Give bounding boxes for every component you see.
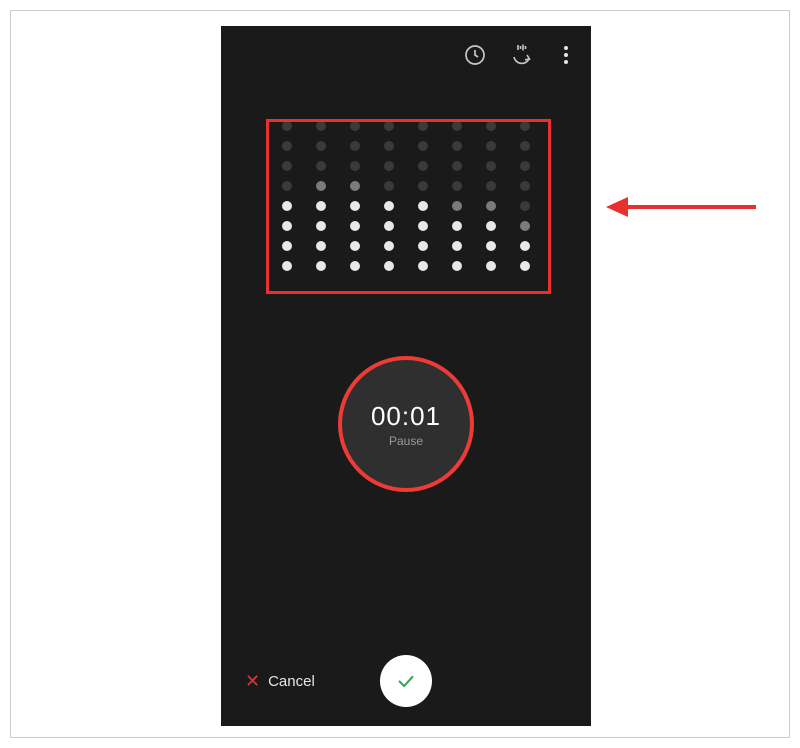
visualizer-dot bbox=[486, 241, 496, 251]
visualizer-dot bbox=[384, 121, 394, 131]
visualizer-dot bbox=[452, 121, 462, 131]
visualizer-dot bbox=[418, 181, 428, 191]
visualizer-dot bbox=[486, 161, 496, 171]
record-state-label: Pause bbox=[389, 434, 423, 448]
visualizer-column bbox=[282, 121, 292, 271]
visualizer-dot bbox=[350, 181, 360, 191]
visualizer-dot bbox=[316, 261, 326, 271]
pause-button[interactable]: 00:01 Pause bbox=[338, 356, 474, 492]
visualizer-dot bbox=[418, 141, 428, 151]
visualizer-dot bbox=[316, 181, 326, 191]
visualizer-dot bbox=[282, 221, 292, 231]
visualizer-dot bbox=[384, 201, 394, 211]
cancel-button[interactable]: ✕ Cancel bbox=[245, 672, 315, 690]
visualizer-dot bbox=[452, 201, 462, 211]
visualizer-column bbox=[520, 121, 530, 271]
visualizer-dot bbox=[384, 261, 394, 271]
visualizer-dot bbox=[486, 201, 496, 211]
visualizer-dot bbox=[452, 221, 462, 231]
visualizer-dot bbox=[282, 141, 292, 151]
visualizer-dot bbox=[316, 201, 326, 211]
check-icon bbox=[395, 670, 417, 692]
visualizer-dot bbox=[486, 221, 496, 231]
annotation-arrow bbox=[606, 193, 756, 226]
visualizer-dot bbox=[452, 241, 462, 251]
visualizer-dot bbox=[350, 241, 360, 251]
visualizer-dot bbox=[282, 261, 292, 271]
visualizer-dot bbox=[520, 161, 530, 171]
top-toolbar bbox=[221, 26, 591, 76]
visualizer-dot bbox=[350, 261, 360, 271]
visualizer-dot bbox=[418, 161, 428, 171]
visualizer-dot bbox=[282, 181, 292, 191]
visualizer-dot bbox=[350, 121, 360, 131]
visualizer-column bbox=[350, 121, 360, 271]
history-icon[interactable] bbox=[463, 43, 487, 67]
visualizer-dot bbox=[282, 241, 292, 251]
visualizer-dot bbox=[316, 121, 326, 131]
visualizer-dot bbox=[350, 161, 360, 171]
close-icon: ✕ bbox=[245, 672, 260, 690]
visualizer-dot bbox=[418, 241, 428, 251]
visualizer-dot bbox=[384, 141, 394, 151]
visualizer-dot bbox=[282, 201, 292, 211]
visualizer-dot bbox=[418, 201, 428, 211]
visualizer-dot bbox=[418, 261, 428, 271]
visualizer-dot bbox=[418, 121, 428, 131]
visualizer-dot bbox=[452, 161, 462, 171]
visualizer-column bbox=[418, 121, 428, 271]
visualizer-dot bbox=[384, 221, 394, 231]
visualizer-dot bbox=[350, 221, 360, 231]
visualizer-dot bbox=[486, 121, 496, 131]
visualizer-dot bbox=[520, 201, 530, 211]
visualizer-dot bbox=[316, 221, 326, 231]
cancel-label: Cancel bbox=[268, 673, 315, 690]
visualizer-dot bbox=[316, 241, 326, 251]
bottom-bar: ✕ Cancel bbox=[221, 636, 591, 726]
visualizer-dot bbox=[452, 181, 462, 191]
visualizer-dot bbox=[520, 221, 530, 231]
visualizer-column bbox=[452, 121, 462, 271]
more-menu-icon[interactable] bbox=[557, 43, 575, 67]
audio-visualizer bbox=[221, 96, 591, 296]
visualizer-dot bbox=[486, 261, 496, 271]
visualizer-dot bbox=[452, 261, 462, 271]
visualizer-dot bbox=[520, 181, 530, 191]
elapsed-time: 00:01 bbox=[371, 401, 441, 432]
visualizer-dot bbox=[520, 121, 530, 131]
visualizer-dot bbox=[350, 141, 360, 151]
visualizer-dot bbox=[520, 241, 530, 251]
visualizer-dot bbox=[520, 261, 530, 271]
visualizer-dot bbox=[384, 181, 394, 191]
visualizer-dot bbox=[486, 141, 496, 151]
visualizer-dot bbox=[282, 121, 292, 131]
visualizer-dot bbox=[520, 141, 530, 151]
visualizer-dot bbox=[418, 221, 428, 231]
visualizer-column bbox=[316, 121, 326, 271]
visualizer-dot bbox=[316, 141, 326, 151]
screenshot-frame: 00:01 Pause ✕ Cancel bbox=[10, 10, 790, 738]
record-area: 00:01 Pause bbox=[221, 356, 591, 492]
visualizer-dot bbox=[452, 141, 462, 151]
phone-screen: 00:01 Pause ✕ Cancel bbox=[221, 26, 591, 726]
visualizer-dot bbox=[316, 161, 326, 171]
convert-icon[interactable] bbox=[509, 43, 535, 67]
visualizer-dot bbox=[350, 201, 360, 211]
visualizer-dot bbox=[282, 161, 292, 171]
confirm-button[interactable] bbox=[380, 655, 432, 707]
visualizer-dot bbox=[486, 181, 496, 191]
visualizer-column bbox=[384, 121, 394, 271]
visualizer-dot bbox=[384, 161, 394, 171]
visualizer-dot bbox=[384, 241, 394, 251]
visualizer-column bbox=[486, 121, 496, 271]
